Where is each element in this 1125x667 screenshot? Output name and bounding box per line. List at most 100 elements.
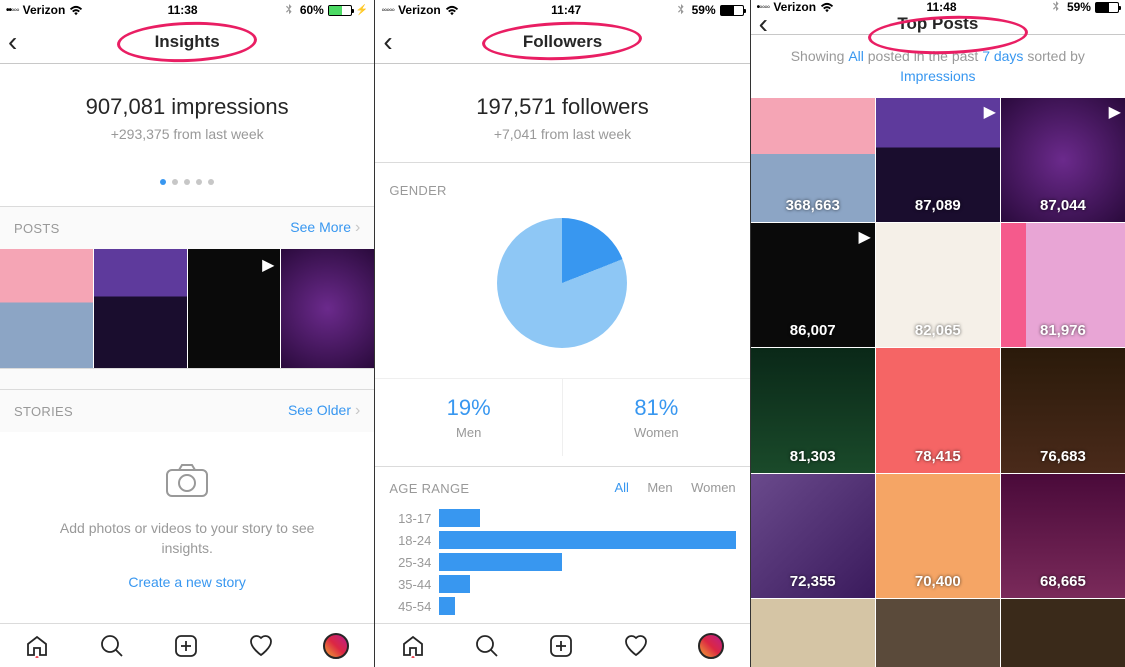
nav-bar: ‹ Insights <box>0 20 374 64</box>
post-thumbnail[interactable] <box>94 249 187 368</box>
create-story-link[interactable]: Create a new story <box>40 574 334 590</box>
filter-all-link[interactable]: All <box>848 48 864 64</box>
home-icon[interactable] <box>401 634 425 658</box>
clock-label: 11:38 <box>168 3 198 17</box>
filter-days-link[interactable]: 7 days <box>982 48 1023 64</box>
filter-metric-link[interactable]: Impressions <box>900 68 975 84</box>
filter-mid1: posted in the past <box>864 48 982 64</box>
hero-main-text: 907,081 impressions <box>10 94 364 120</box>
signal-dots-icon: ••◦◦◦ <box>6 5 19 16</box>
men-percent: 19% <box>375 395 562 421</box>
age-bar-row: 13-17 <box>389 509 735 527</box>
stories-section-header: STORIES See Older› <box>0 389 374 432</box>
filter-mid2: sorted by <box>1023 48 1084 64</box>
charging-icon: ⚡ <box>356 5 368 16</box>
post-grid-cell[interactable]: ▶86,007 <box>751 223 875 347</box>
gender-label: GENDER <box>375 183 749 208</box>
chevron-right-icon: › <box>355 219 360 236</box>
age-bar <box>439 553 562 571</box>
posts-grid[interactable]: 368,663 ▶ 87,089▶87,044 ▶86,00782,06581,976… <box>751 98 1125 667</box>
impression-count: 86,007 <box>751 322 875 339</box>
battery-icon <box>328 5 352 16</box>
tab-bar <box>375 623 749 667</box>
post-grid-cell[interactable]: 81,303 <box>751 348 875 472</box>
see-older-link[interactable]: See Older <box>288 402 351 418</box>
status-bar: ••◦◦◦ Verizon 11:38 60% ⚡ <box>0 0 374 20</box>
post-grid-cell[interactable]: 368,663 <box>751 98 875 222</box>
top-posts-screen: •◦◦◦◦ Verizon 11:48 59% ‹ Top Posts Show… <box>751 0 1125 667</box>
bluetooth-icon <box>282 4 296 16</box>
age-range-label: AGE RANGE <box>389 481 469 496</box>
impression-count: 70,400 <box>876 573 1000 590</box>
post-grid-cell[interactable] <box>1001 599 1125 667</box>
wifi-icon <box>69 4 83 16</box>
age-bar-row: 25-34 <box>389 553 735 571</box>
activity-icon[interactable] <box>624 634 648 658</box>
age-tab-all[interactable]: All <box>614 480 628 495</box>
age-bar <box>439 509 480 527</box>
post-grid-cell[interactable]: 81,976 <box>1001 223 1125 347</box>
age-bucket-label: 13-17 <box>389 511 439 526</box>
chevron-right-icon: › <box>355 402 360 419</box>
profile-avatar[interactable] <box>698 633 724 659</box>
post-grid-cell[interactable]: 78,415 <box>876 348 1000 472</box>
battery-pct-label: 60% <box>300 3 324 17</box>
post-grid-cell[interactable]: 72,355 <box>751 474 875 598</box>
search-icon[interactable] <box>100 634 124 658</box>
post-grid-cell[interactable]: 82,065 <box>876 223 1000 347</box>
age-tab-men[interactable]: Men <box>647 480 672 495</box>
impression-count: 81,303 <box>751 448 875 465</box>
impression-count: 76,683 <box>1001 448 1125 465</box>
wifi-icon <box>445 4 459 16</box>
back-button[interactable]: ‹ <box>383 28 392 56</box>
age-bar-row: 45-54 <box>389 597 735 615</box>
video-badge-icon: ▶ <box>984 102 996 122</box>
posts-strip[interactable]: ▶ <box>0 249 374 369</box>
hero-stat[interactable]: 907,081 impressions +293,375 from last w… <box>0 64 374 162</box>
camera-icon <box>165 462 209 498</box>
add-post-icon[interactable] <box>549 634 573 658</box>
post-grid-cell[interactable]: ▶ 87,089 <box>876 98 1000 222</box>
post-grid-cell[interactable] <box>751 599 875 667</box>
stories-empty-state: Add photos or videos to your story to se… <box>0 432 374 610</box>
page-title: Followers <box>523 32 602 52</box>
age-bucket-label: 45-54 <box>389 599 439 614</box>
post-grid-cell[interactable]: 76,683 <box>1001 348 1125 472</box>
age-bucket-label: 25-34 <box>389 555 439 570</box>
post-thumbnail[interactable]: ▶ <box>188 249 281 368</box>
post-thumbnail[interactable] <box>0 249 93 368</box>
impression-count: 81,976 <box>1001 322 1125 339</box>
page-title: Top Posts <box>897 14 978 34</box>
add-post-icon[interactable] <box>174 634 198 658</box>
stories-label: STORIES <box>14 404 73 419</box>
post-grid-cell[interactable]: ▶87,044 <box>1001 98 1125 222</box>
page-title: Insights <box>155 32 220 52</box>
age-tab-women[interactable]: Women <box>691 480 736 495</box>
carrier-label: Verizon <box>773 0 816 14</box>
post-grid-cell[interactable]: 68,665 <box>1001 474 1125 598</box>
carrier-label: Verizon <box>23 3 66 17</box>
posts-label: POSTS <box>14 221 60 236</box>
gender-section: GENDER 19% Men 81% Women <box>375 162 749 466</box>
home-icon[interactable] <box>25 634 49 658</box>
clock-label: 11:47 <box>551 3 581 17</box>
search-icon[interactable] <box>475 634 499 658</box>
age-bar-row: 18-24 <box>389 531 735 549</box>
hero-sub-text: +7,041 from last week <box>385 126 739 142</box>
filter-description[interactable]: Showing All posted in the past 7 days so… <box>751 35 1125 98</box>
page-indicator[interactable] <box>0 162 374 206</box>
impression-count: 87,089 <box>876 197 1000 214</box>
post-grid-cell[interactable] <box>876 599 1000 667</box>
post-thumbnail[interactable] <box>281 249 374 368</box>
age-range-section: AGE RANGE All Men Women 13-1718-2425-343… <box>375 466 749 623</box>
back-button[interactable]: ‹ <box>8 28 17 56</box>
profile-avatar[interactable] <box>323 633 349 659</box>
activity-icon[interactable] <box>249 634 273 658</box>
post-grid-cell[interactable]: 70,400 <box>876 474 1000 598</box>
women-percent: 81% <box>563 395 750 421</box>
insights-screen: ••◦◦◦ Verizon 11:38 60% ⚡ ‹ Insights 907… <box>0 0 375 667</box>
men-label: Men <box>375 425 562 440</box>
see-more-link[interactable]: See More <box>290 219 351 235</box>
posts-section-header: POSTS See More› <box>0 206 374 249</box>
back-button[interactable]: ‹ <box>759 10 768 38</box>
